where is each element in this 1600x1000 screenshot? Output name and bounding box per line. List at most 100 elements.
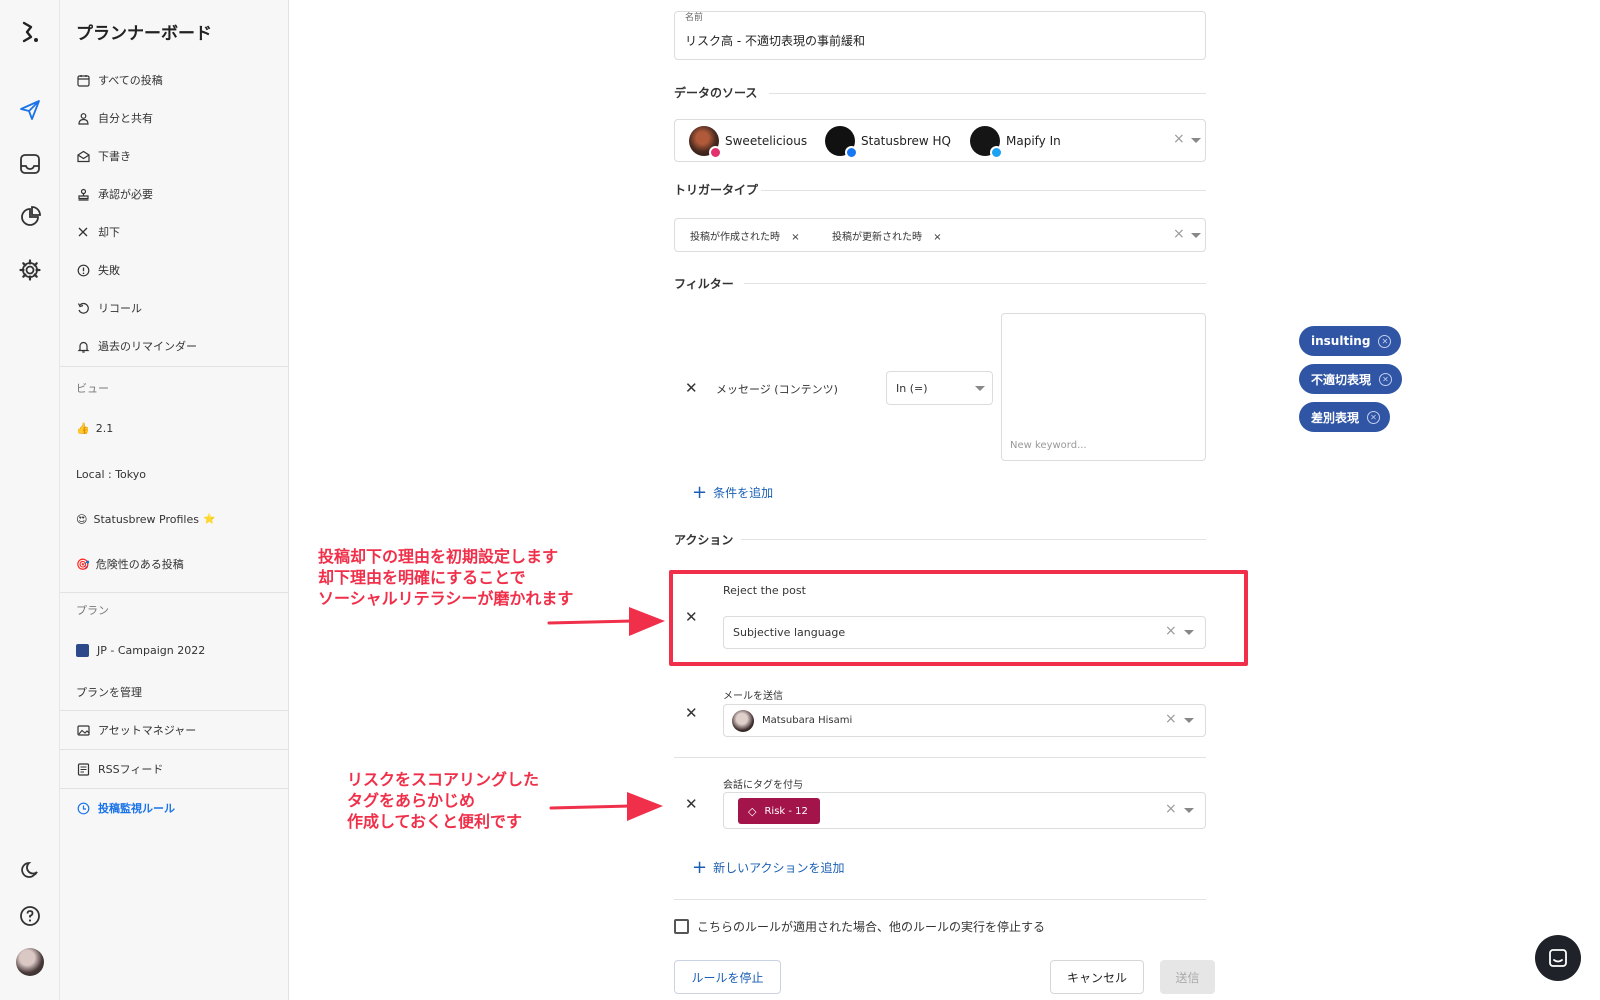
sidebar-divider xyxy=(60,592,289,593)
statusbrew-logo[interactable] xyxy=(16,18,44,46)
section-divider xyxy=(674,899,1206,900)
remove-action-icon[interactable]: ✕ xyxy=(685,608,698,626)
data-source-heading: データのソース xyxy=(674,86,758,100)
settings-icon[interactable] xyxy=(16,256,44,284)
manage-plans-link[interactable]: プランを管理 xyxy=(76,682,142,702)
user-avatar[interactable] xyxy=(16,948,44,976)
sidebar-item-drafts[interactable]: 下書き xyxy=(76,146,131,166)
plus-icon: + xyxy=(692,857,708,878)
reject-label: Reject the post xyxy=(723,584,806,597)
remove-action-icon[interactable]: ✕ xyxy=(685,795,698,813)
remove-filter-icon[interactable]: ✕ xyxy=(685,379,698,397)
submit-button[interactable]: 送信 xyxy=(1160,960,1215,994)
sidebar-item-label: 自分と共有 xyxy=(98,112,153,125)
sidebar-divider xyxy=(60,366,289,367)
sidebar-item-rss[interactable]: RSSフィード xyxy=(76,759,163,779)
analytics-icon[interactable] xyxy=(16,203,44,231)
chevron-down-icon xyxy=(975,386,985,391)
clear-icon[interactable]: × xyxy=(1165,801,1177,817)
clear-icon[interactable]: × xyxy=(1173,131,1185,147)
person-icon xyxy=(76,111,90,125)
filter-operator-select[interactable]: In (=) xyxy=(886,371,993,405)
source-chip[interactable]: Statusbrew HQ xyxy=(825,125,951,159)
remove-icon[interactable]: ✕ xyxy=(1378,334,1392,348)
app-rail xyxy=(0,0,60,1000)
name-field[interactable]: 名前 リスク高 - 不適切表現の事前緩和 xyxy=(674,11,1206,60)
chevron-down-icon[interactable] xyxy=(1191,233,1201,238)
sidebar-divider xyxy=(60,749,289,750)
keyword-placeholder[interactable]: New keyword... xyxy=(1010,440,1087,451)
help-icon[interactable] xyxy=(16,902,44,930)
clear-icon[interactable]: × xyxy=(1165,711,1177,727)
chevron-down-icon[interactable] xyxy=(1184,630,1194,635)
clear-icon[interactable]: × xyxy=(1173,226,1185,242)
email-recipient-select[interactable]: Matsubara Hisami × xyxy=(723,704,1206,737)
sidebar-item-approval[interactable]: 承認が必要 xyxy=(76,184,153,204)
remove-action-icon[interactable]: ✕ xyxy=(685,704,698,722)
keyword-input[interactable] xyxy=(1001,313,1206,461)
sidebar-item-monitor-rules[interactable]: 投稿監視ルール xyxy=(76,798,175,818)
trigger-chip[interactable]: 投稿が作成された時 × xyxy=(690,228,800,243)
recipient-avatar xyxy=(732,710,754,732)
tag-annotation: リスクをスコアリングした タグをあらかじめ 作成しておくと便利です xyxy=(347,770,540,831)
sidebar-item-asset-manager[interactable]: アセットマネジャー xyxy=(76,720,196,740)
tag-icon: ◇ xyxy=(748,804,757,818)
inbox-icon[interactable] xyxy=(16,150,44,178)
view-item[interactable]: 😍 Statusbrew Profiles ⭐ xyxy=(76,509,215,529)
source-chip[interactable]: Mapify In xyxy=(970,125,1061,159)
tag-chip[interactable]: ◇ Risk - 12 xyxy=(738,798,820,824)
checkbox[interactable] xyxy=(674,919,689,934)
keyword-chip[interactable]: insulting ✕ xyxy=(1299,326,1402,356)
arrow-icon xyxy=(547,607,665,636)
trigger-heading: トリガータイプ xyxy=(674,183,759,197)
sidebar-title: プランナーボード xyxy=(76,24,212,44)
filter-field[interactable]: メッセージ (コンテンツ) xyxy=(716,381,838,397)
name-value: リスク高 - 不適切表現の事前緩和 xyxy=(685,34,865,48)
dark-mode-icon[interactable] xyxy=(16,856,44,884)
section-divider xyxy=(744,283,1206,284)
cancel-button[interactable]: キャンセル xyxy=(1050,960,1144,994)
keyword-chip[interactable]: 差別表現 ✕ xyxy=(1299,402,1391,432)
remove-icon[interactable]: ✕ xyxy=(1379,372,1393,386)
tag-select[interactable]: ◇ Risk - 12 × xyxy=(723,792,1206,829)
image-icon xyxy=(76,723,90,737)
sidebar-divider xyxy=(60,788,289,789)
remove-icon[interactable]: × xyxy=(791,232,799,243)
draft-icon xyxy=(76,149,90,163)
bell-icon xyxy=(76,339,90,353)
view-item[interactable]: 🎯 危険性のある投稿 xyxy=(76,554,184,574)
remove-icon[interactable]: ✕ xyxy=(1367,410,1381,424)
stop-other-rules-checkbox[interactable]: こちらのルールが適用された場合、他のルールの実行を停止する xyxy=(674,918,1045,935)
views-heading: ビュー xyxy=(76,382,109,395)
sidebar-item-shared[interactable]: 自分と共有 xyxy=(76,108,153,128)
stop-rule-button[interactable]: ルールを停止 xyxy=(674,960,781,994)
add-condition-button[interactable]: + 条件を追加 xyxy=(692,482,773,503)
plans-heading: プラン xyxy=(76,604,109,617)
view-item[interactable]: Local : Tokyo xyxy=(76,464,146,484)
reject-reason-select[interactable]: Subjective language × xyxy=(723,616,1206,649)
trigger-chip[interactable]: 投稿が更新された時 × xyxy=(832,228,942,243)
chevron-down-icon[interactable] xyxy=(1184,808,1194,813)
chevron-down-icon[interactable] xyxy=(1191,138,1201,143)
sidebar-item-all-posts[interactable]: すべての投稿 xyxy=(76,70,163,90)
plan-item[interactable]: JP - Campaign 2022 xyxy=(76,640,205,660)
rss-icon xyxy=(76,762,90,776)
plan-color-swatch xyxy=(76,643,89,657)
remove-icon[interactable]: × xyxy=(933,232,941,243)
sidebar-item-rejected[interactable]: 却下 xyxy=(76,222,120,242)
sidebar-item-reminders[interactable]: 過去のリマインダー xyxy=(76,336,197,356)
keyword-chip[interactable]: 不適切表現 ✕ xyxy=(1299,364,1403,394)
sidebar-item-label: リコール xyxy=(98,302,142,315)
chat-launcher-button[interactable] xyxy=(1535,935,1581,981)
source-chip[interactable]: Sweetelicious xyxy=(689,125,807,159)
publish-icon[interactable] xyxy=(16,96,44,124)
sidebar-item-label: 過去のリマインダー xyxy=(98,340,197,353)
clear-icon[interactable]: × xyxy=(1165,623,1177,639)
chevron-down-icon[interactable] xyxy=(1184,718,1194,723)
sidebar-item-failed[interactable]: 失敗 xyxy=(76,260,120,280)
add-action-button[interactable]: + 新しいアクションを追加 xyxy=(692,857,845,878)
planner-sidebar: プランナーボード すべての投稿 自分と共有 下書き 承認が必要 却下 失敗 リコ… xyxy=(60,0,289,1000)
view-item[interactable]: 👍 2.1 xyxy=(76,418,113,438)
chat-icon xyxy=(1549,949,1567,967)
sidebar-item-recall[interactable]: リコール xyxy=(76,298,142,318)
